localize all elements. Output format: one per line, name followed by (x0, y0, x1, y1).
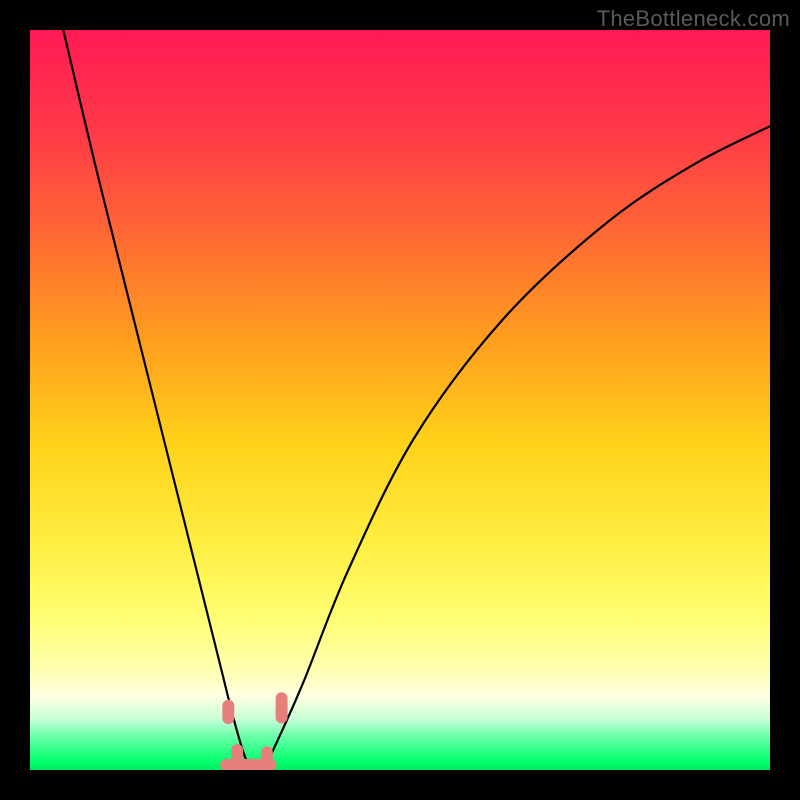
left-marker-lower (231, 744, 243, 761)
watermark-text: TheBottleneck.com (597, 6, 790, 32)
right-marker-upper (276, 692, 288, 723)
left-marker-upper (222, 700, 234, 724)
chart-plot-area (30, 30, 770, 770)
right-marker-lower (261, 746, 273, 765)
curve-left-branch (63, 30, 252, 770)
bottleneck-curve (30, 30, 770, 770)
curve-right-branch (263, 126, 770, 770)
